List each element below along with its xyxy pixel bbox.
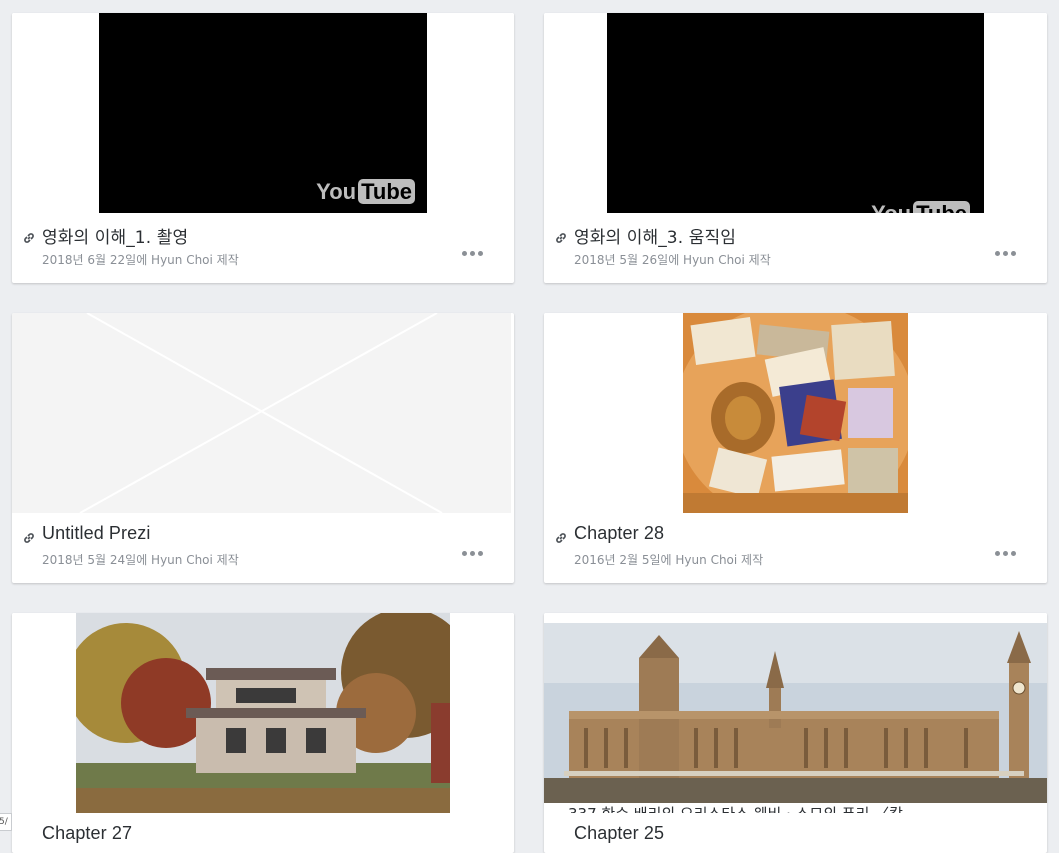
youtube-logo: YouTube <box>316 179 415 205</box>
prezi-card-6[interactable]: 337 한수 배리의 오리스타스 웨비 · 스모의 푸리 〈칼 Chapter … <box>544 613 1047 853</box>
youtube-logo-tube: Tube <box>358 179 415 204</box>
card-info: Untitled Prezi 2018년 5월 24일에 Hyun Choi 제… <box>12 513 514 583</box>
more-options-icon[interactable] <box>995 549 1019 557</box>
youtube-logo-tube: Tube <box>913 201 970 213</box>
card-title[interactable]: Chapter 28 <box>574 523 664 544</box>
youtube-logo: YouTube <box>871 201 970 213</box>
card-info: Chapter 27 <box>12 813 514 853</box>
prezi-card-3[interactable]: Untitled Prezi 2018년 5월 24일에 Hyun Choi 제… <box>12 313 514 583</box>
overlay-caption: 337 한수 배리의 오리스타스 웨비 · 스모의 푸리 〈칼 <box>568 803 903 813</box>
card-meta: 2018년 5월 24일에 Hyun Choi 제작 <box>42 553 239 567</box>
thumbnail-youtube[interactable]: YouTube <box>544 13 1047 213</box>
prezi-card-1[interactable]: You Tube 영화의 이해_1. 촬영 2018년 6월 22일에 Hyun … <box>12 13 514 283</box>
youtube-video-frame: YouTube <box>607 13 984 213</box>
youtube-video-frame: YouTube <box>99 13 427 213</box>
card-meta: 2018년 5월 26일에 Hyun Choi 제작 <box>574 253 771 267</box>
more-options-icon[interactable] <box>462 249 486 257</box>
thumbnail-collage[interactable] <box>544 313 1047 513</box>
thumbnail-parliament[interactable]: 337 한수 배리의 오리스타스 웨비 · 스모의 푸리 〈칼 <box>544 613 1047 813</box>
house-photo-image <box>76 613 450 813</box>
card-info: Chapter 25 <box>544 813 1047 853</box>
card-title[interactable]: Untitled Prezi <box>42 523 150 544</box>
status-tab: 5/ <box>0 813 12 831</box>
prezi-card-4[interactable]: Chapter 28 2016년 2월 5일에 Hyun Choi 제작 <box>544 313 1047 583</box>
card-title[interactable]: 영화의 이해_3. 움직임 <box>574 223 736 248</box>
card-title[interactable]: Chapter 25 <box>574 823 664 844</box>
youtube-logo-you: You <box>316 179 357 204</box>
card-meta: 2016년 2월 5일에 Hyun Choi 제작 <box>574 553 764 567</box>
placeholder-x-graphic <box>79 313 443 513</box>
thumbnail-placeholder[interactable] <box>12 313 511 513</box>
link-icon <box>556 233 566 243</box>
card-info: Chapter 28 2016년 2월 5일에 Hyun Choi 제작 <box>544 513 1047 583</box>
link-icon <box>556 533 566 543</box>
thumbnail-youtube[interactable]: YouTube <box>12 13 514 213</box>
prezi-card-5[interactable]: Chapter 27 <box>12 613 514 853</box>
link-icon <box>24 233 34 243</box>
card-title[interactable]: 영화의 이해_1. 촬영 <box>42 223 188 248</box>
card-meta: 2018년 6월 22일에 Hyun Choi 제작 <box>42 253 239 267</box>
youtube-logo-you: You <box>871 201 911 213</box>
more-options-icon[interactable] <box>462 549 486 557</box>
more-options-icon[interactable] <box>995 249 1019 257</box>
card-title[interactable]: Chapter 27 <box>42 823 132 844</box>
card-info: 영화의 이해_3. 움직임 2018년 5월 26일에 Hyun Choi 제작 <box>544 213 1047 283</box>
parliament-photo-image <box>544 623 1047 803</box>
thumbnail-house[interactable] <box>12 613 514 813</box>
collage-painting-image <box>683 313 908 513</box>
link-icon <box>24 533 34 543</box>
card-info: 영화의 이해_1. 촬영 2018년 6월 22일에 Hyun Choi 제작 <box>12 213 514 283</box>
prezi-card-2[interactable]: YouTube 영화의 이해_3. 움직임 2018년 5월 26일에 Hyun… <box>544 13 1047 283</box>
